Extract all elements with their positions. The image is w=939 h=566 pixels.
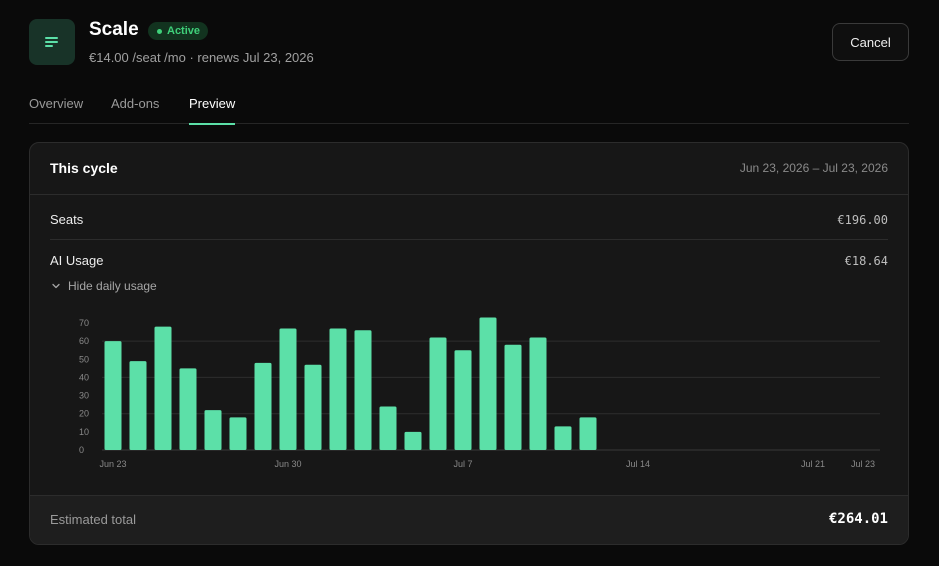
usage-bar[interactable]: [454, 350, 472, 450]
daily-usage-chart: 0 10 20 30 40 50 60 70 Jun 23 Jun 30 Jul 7 Jul 14 Ju…: [79, 317, 880, 469]
usage-bar[interactable]: [529, 337, 547, 450]
ai-usage-label: AI Usage: [50, 253, 104, 268]
usage-bar[interactable]: [504, 344, 522, 450]
usage-bar[interactable]: [129, 361, 147, 450]
usage-bar[interactable]: [579, 417, 597, 450]
y-tick-label: 60: [79, 336, 89, 346]
tab-overview[interactable]: Overview: [29, 96, 83, 124]
usage-bar[interactable]: [254, 362, 272, 450]
list-lines-icon: [29, 19, 75, 65]
plan-name: Scale: [89, 19, 139, 40]
y-tick-label: 20: [79, 409, 89, 419]
y-tick-label: 30: [79, 391, 89, 401]
x-tick-label: Jun 23: [99, 459, 126, 469]
y-tick-label: 40: [79, 372, 89, 382]
x-tick-label: Jun 30: [274, 459, 301, 469]
usage-bar[interactable]: [329, 328, 347, 450]
row-divider: [50, 239, 888, 240]
x-tick-label: Jul 23: [851, 459, 875, 469]
estimated-total-value: €264.01: [828, 511, 888, 527]
usage-bar[interactable]: [104, 341, 122, 450]
x-tick-label: Jul 7: [453, 459, 472, 469]
status-badge-label: Active: [167, 25, 201, 37]
cancel-button[interactable]: Cancel: [832, 23, 909, 61]
y-tick-label: 0: [79, 445, 84, 455]
x-tick-label: Jul 14: [626, 459, 650, 469]
plan-header: Scale Active €14.00 /seat /mo · renews J…: [29, 19, 909, 69]
cycle-card: This cycle Jun 23, 2026 – Jul 23, 2026 S…: [29, 142, 909, 545]
seats-label: Seats: [50, 212, 84, 227]
usage-bar[interactable]: [229, 417, 247, 450]
usage-bar[interactable]: [554, 426, 572, 450]
usage-bar[interactable]: [204, 410, 222, 450]
y-tick-label: 50: [79, 354, 89, 364]
cycle-card-header: This cycle Jun 23, 2026 – Jul 23, 2026: [30, 143, 908, 195]
usage-bar[interactable]: [304, 364, 322, 450]
chevron-down-icon: [52, 283, 60, 289]
usage-bar[interactable]: [354, 330, 372, 450]
usage-bar[interactable]: [479, 317, 497, 450]
usage-bar[interactable]: [179, 368, 197, 450]
seats-value: €196.00: [837, 213, 888, 227]
tab-bar: Overview Add-ons Preview: [29, 96, 909, 125]
cycle-date-range: Jun 23, 2026 – Jul 23, 2026: [739, 161, 888, 175]
hide-daily-usage-label: Hide daily usage: [68, 279, 157, 293]
cycle-title: This cycle: [50, 160, 118, 176]
usage-bar[interactable]: [154, 326, 172, 450]
usage-bar[interactable]: [404, 431, 422, 450]
plan-price-renewal: €14.00 /seat /mo · renews Jul 23, 2026: [89, 50, 314, 65]
y-tick-label: 10: [79, 427, 89, 437]
status-dot-icon: [157, 28, 162, 34]
estimated-total-label: Estimated total: [50, 512, 136, 527]
y-tick-label: 70: [79, 318, 89, 328]
estimated-total-bar: Estimated total €264.01: [30, 495, 908, 544]
x-tick-label: Jul 21: [801, 459, 825, 469]
usage-bar[interactable]: [429, 337, 447, 450]
usage-bar[interactable]: [279, 328, 297, 450]
status-badge: Active: [148, 22, 209, 40]
tab-preview[interactable]: Preview: [189, 96, 236, 125]
hide-daily-usage-toggle[interactable]: Hide daily usage: [51, 279, 157, 293]
tab-add-ons[interactable]: Add-ons: [111, 96, 159, 124]
usage-bar[interactable]: [379, 406, 397, 450]
ai-usage-value: €18.64: [844, 254, 888, 268]
